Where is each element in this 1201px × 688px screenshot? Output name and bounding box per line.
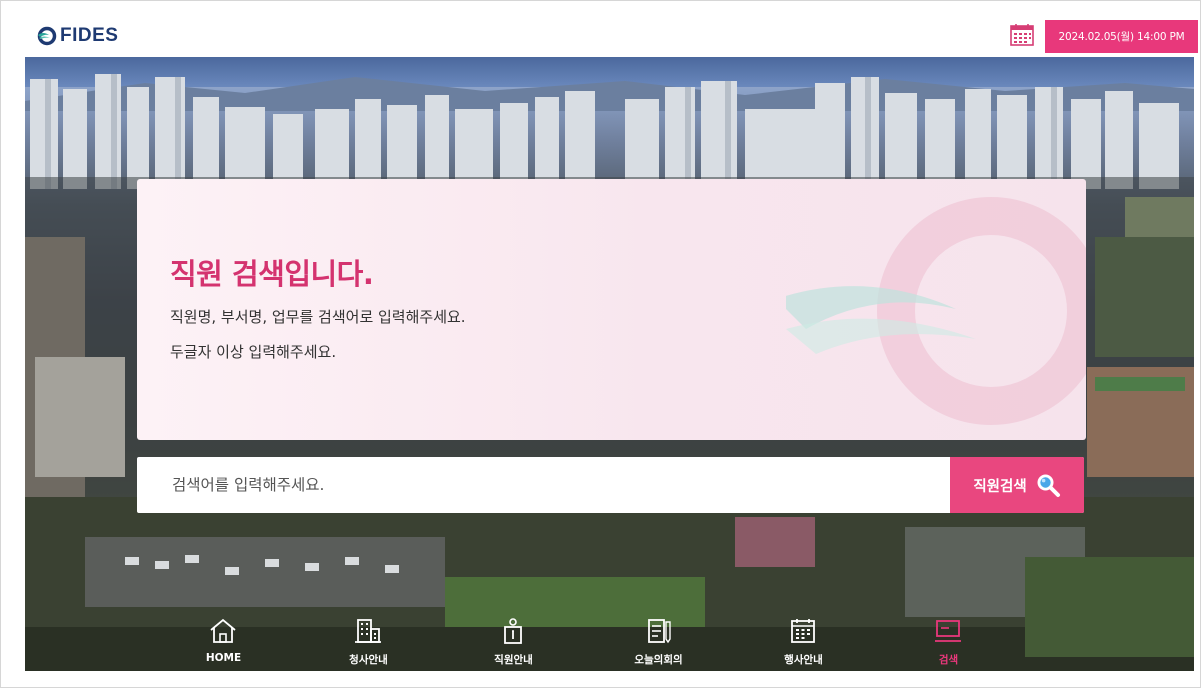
apartment-skyline [30,74,1179,189]
info-card: 직원 검색입니다. 직원명, 부서명, 업무를 검색어로 입력해주세요. 두글자… [137,179,1086,440]
search-screen-icon [935,620,961,642]
meeting-icon [648,619,671,644]
app-window: FIDES 2024.02.05(월) 14:00 PM 직원 검색입니다. 직… [0,0,1201,688]
page-title: 직원 검색입니다. [170,257,374,291]
calendar-icon[interactable] [1009,23,1035,47]
nav-item-building[interactable]: 청사안내 [296,607,441,669]
nav-item-meeting[interactable]: 오늘의회의 [586,607,731,669]
nav-label: 직원안내 [494,654,533,666]
nav-label: 청사안내 [349,654,388,666]
search-button-label: 직원검색 [973,478,1027,495]
top-bar: FIDES 2024.02.05(월) 14:00 PM [1,1,1200,57]
search-bar: 직원검색 [137,457,1084,513]
logo-text: FIDES [60,25,119,46]
nav-label: 행사안내 [784,654,823,666]
home-icon [210,618,236,643]
instruction-text: 직원명, 부서명, 업무를 검색어로 입력해주세요. [170,308,466,326]
watermark-logo [786,197,1086,425]
nav-label: HOME [205,652,242,664]
building-icon [355,619,381,643]
nav-item-staff[interactable]: 직원안내 [441,607,586,669]
fides-logo-icon [37,26,57,46]
nav-label: 오늘의회의 [634,654,683,666]
bottom-nav: HOME 청사안내 직원안내 오늘의회의 행사안내 검색 [151,607,1091,669]
staff-icon [504,618,522,644]
nav-label: 검색 [938,654,959,666]
nav-item-search[interactable]: 검색 [876,607,1021,669]
search-button[interactable]: 직원검색 [950,457,1084,513]
nav-item-home[interactable]: HOME [151,607,296,669]
calendar-icon [791,619,815,643]
nav-item-events[interactable]: 행사안내 [731,607,876,669]
logo[interactable]: FIDES [37,23,118,49]
search-input[interactable] [137,457,937,513]
search-icon [1037,474,1060,497]
instruction-text-2: 두글자 이상 입력해주세요. [170,343,337,361]
datetime-badge: 2024.02.05(월) 14:00 PM [1045,20,1198,53]
